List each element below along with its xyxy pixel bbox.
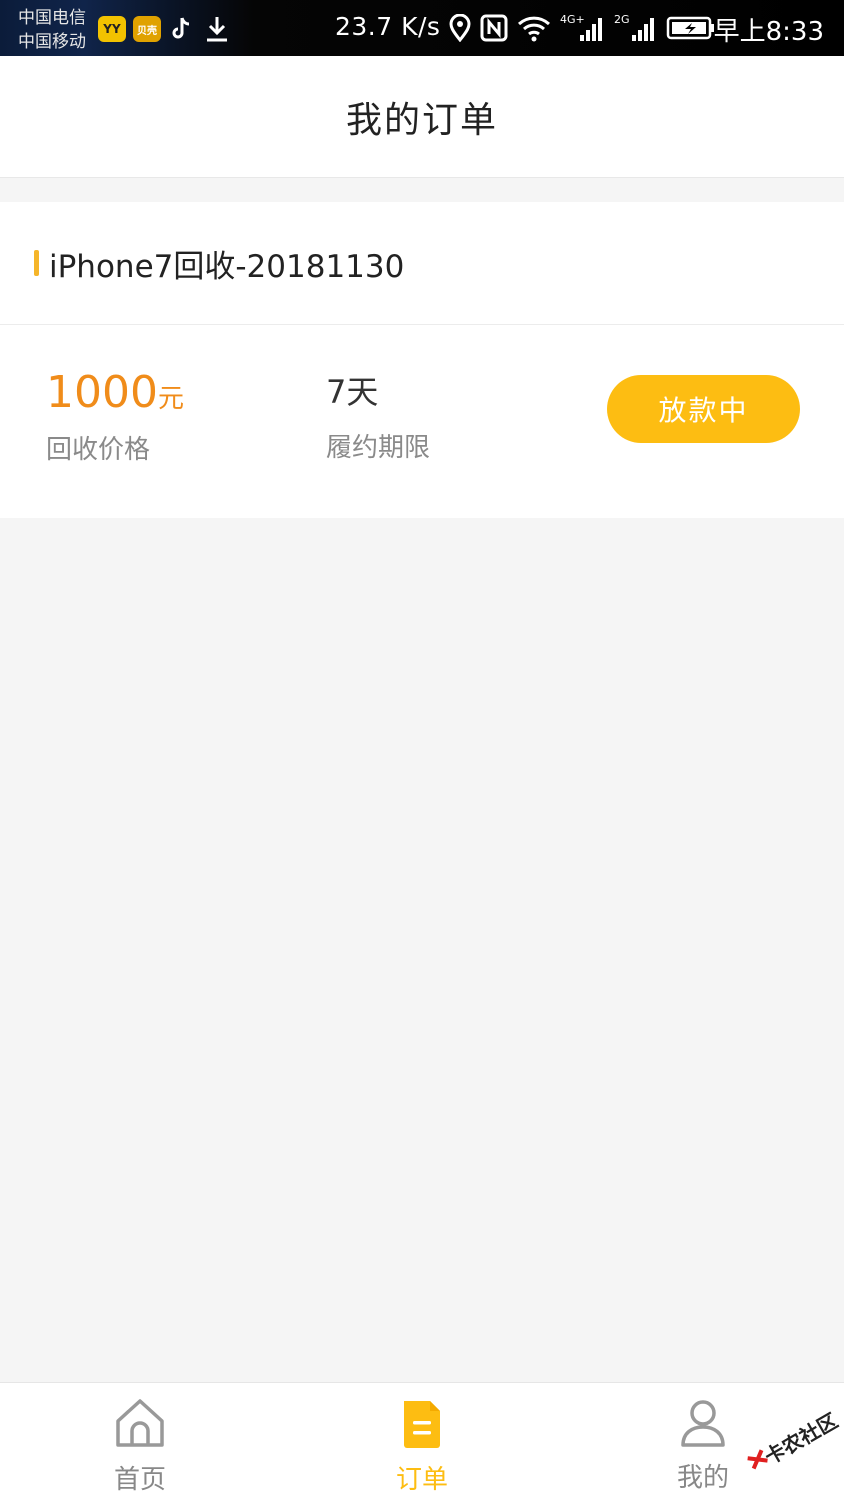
page-title: 我的订单 xyxy=(345,99,498,141)
svg-text:2G: 2G xyxy=(614,13,630,26)
wifi-icon xyxy=(517,16,551,42)
nav-item-home[interactable]: 首页 xyxy=(40,1383,240,1500)
signal-2g-icon: 2G xyxy=(614,13,654,41)
order-body: 1000元 回收价格 7天 履约期限 放款中 xyxy=(0,325,844,517)
price-block: 1000元 回收价格 xyxy=(46,367,184,466)
carrier-info: 中国电信 中国移动 xyxy=(18,6,86,54)
nav-label-orders: 订单 xyxy=(395,1465,448,1495)
loan-status-button[interactable]: 放款中 xyxy=(607,375,800,443)
clock: 早上8:33 xyxy=(713,17,824,47)
network-speed: 23.7 K/s xyxy=(335,12,441,41)
yy-app-icon: YY xyxy=(98,16,126,42)
carrier-2: 中国移动 xyxy=(18,32,86,52)
signal-4g-icon: 4G+ xyxy=(560,13,602,41)
carrier-1: 中国电信 xyxy=(18,8,86,28)
nav-label-home: 首页 xyxy=(113,1465,166,1495)
screen: 中国电信 中国移动 YY 贝壳 23.7 K/s 4G+ 2G 早上8:33 我… xyxy=(0,0,844,1500)
term-value: 7天 xyxy=(326,373,379,411)
user-icon xyxy=(681,1400,725,1447)
order-title: iPhone7回收-20181130 xyxy=(49,248,405,285)
price-label: 回收价格 xyxy=(46,435,151,465)
bottom-nav: 首页 订单 我的 xyxy=(0,1382,844,1500)
status-icons: 4G+ 2G xyxy=(448,12,716,44)
watermark-text: 卡农社区 xyxy=(760,1408,842,1470)
nfc-icon xyxy=(480,14,508,42)
price-unit: 元 xyxy=(157,384,184,414)
term-label: 履约期限 xyxy=(326,433,431,463)
order-card[interactable]: iPhone7回收-20181130 1000元 回收价格 7天 履约期限 放款… xyxy=(0,202,844,518)
app-header: 我的订单 xyxy=(0,56,844,178)
term-block: 7天 履约期限 xyxy=(326,371,430,464)
tiktok-icon xyxy=(167,16,195,42)
download-icon xyxy=(203,16,231,42)
beike-app-icon: 贝壳 xyxy=(133,16,161,42)
status-bar: 中国电信 中国移动 YY 贝壳 23.7 K/s 4G+ 2G 早上8:33 xyxy=(0,0,844,56)
order-header: iPhone7回收-20181130 xyxy=(0,202,844,325)
home-icon xyxy=(116,1399,164,1447)
accent-bar xyxy=(34,250,39,276)
location-icon xyxy=(449,14,471,42)
document-icon xyxy=(404,1401,440,1448)
svg-text:4G+: 4G+ xyxy=(560,13,585,26)
nav-item-orders[interactable]: 订单 xyxy=(322,1383,522,1500)
battery-charging-icon xyxy=(666,16,714,40)
price-value: 1000 xyxy=(46,367,158,418)
